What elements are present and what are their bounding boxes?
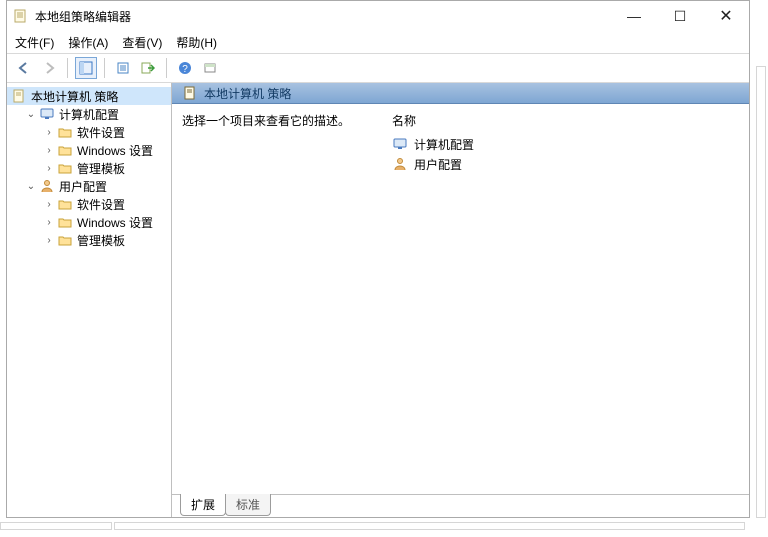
tree-root-label: 本地计算机 策略	[31, 88, 118, 105]
folder-icon	[57, 160, 73, 176]
tree-software-2[interactable]: › 软件设置	[7, 195, 171, 213]
titlebar: 本地组策略编辑器 — ☐ ✕	[7, 1, 749, 31]
forward-button[interactable]	[38, 57, 60, 79]
chevron-right-icon[interactable]: ›	[43, 162, 55, 174]
tree-label: 用户配置	[59, 178, 107, 195]
tree-label: 软件设置	[77, 196, 125, 213]
app-icon	[13, 8, 29, 24]
folder-icon	[57, 214, 73, 230]
tree-root[interactable]: 本地计算机 策略	[7, 87, 171, 105]
filter-button[interactable]	[199, 57, 221, 79]
tree-software-1[interactable]: › 软件设置	[7, 123, 171, 141]
tree-user-config[interactable]: ⌄ 用户配置	[7, 177, 171, 195]
computer-icon	[392, 136, 408, 152]
folder-icon	[57, 232, 73, 248]
tree-label: 管理模板	[77, 232, 125, 249]
minimize-button[interactable]: —	[611, 1, 657, 31]
computer-icon	[39, 106, 55, 122]
close-button[interactable]: ✕	[703, 1, 749, 31]
svg-text:?: ?	[182, 64, 188, 75]
tree-label: 管理模板	[77, 160, 125, 177]
menu-view[interactable]: 查看(V)	[122, 34, 162, 51]
chevron-right-icon[interactable]: ›	[43, 216, 55, 228]
view-tabs: 扩展 标准	[172, 494, 749, 517]
export-button[interactable]	[137, 57, 159, 79]
tree-label: 计算机配置	[59, 106, 119, 123]
show-tree-button[interactable]	[75, 57, 97, 79]
policy-icon	[182, 85, 198, 101]
tree-windows-2[interactable]: › Windows 设置	[7, 213, 171, 231]
tree-computer-config[interactable]: ⌄ 计算机配置	[7, 105, 171, 123]
folder-icon	[57, 124, 73, 140]
description-pane: 选择一个项目来查看它的描述。	[172, 112, 392, 494]
tree-label: 软件设置	[77, 124, 125, 141]
tree-admin-2[interactable]: › 管理模板	[7, 231, 171, 249]
list-item-computer[interactable]: 计算机配置	[392, 135, 749, 153]
tree-admin-1[interactable]: › 管理模板	[7, 159, 171, 177]
folder-icon	[57, 196, 73, 212]
tab-standard[interactable]: 标准	[225, 494, 271, 516]
tree-label: Windows 设置	[77, 142, 153, 159]
menu-action[interactable]: 操作(A)	[68, 34, 108, 51]
mmc-window: 本地组策略编辑器 — ☐ ✕ 文件(F) 操作(A) 查看(V) 帮助(H) ?	[6, 0, 750, 518]
back-button[interactable]	[13, 57, 35, 79]
column-header-name[interactable]: 名称	[392, 112, 749, 129]
list-item-user[interactable]: 用户配置	[392, 155, 749, 173]
description-text: 选择一个项目来查看它的描述。	[182, 112, 392, 129]
tree-label: Windows 设置	[77, 214, 153, 231]
chevron-right-icon[interactable]: ›	[43, 198, 55, 210]
content-header: 本地计算机 策略	[172, 83, 749, 104]
list-item-label: 用户配置	[414, 156, 462, 173]
maximize-button[interactable]: ☐	[657, 1, 703, 31]
content-header-text: 本地计算机 策略	[204, 85, 291, 102]
tree-pane[interactable]: 本地计算机 策略 ⌄ 计算机配置 › 软件设置 › Windows 设置	[7, 83, 172, 517]
chevron-right-icon[interactable]: ›	[43, 126, 55, 138]
help-button[interactable]: ?	[174, 57, 196, 79]
toolbar: ?	[7, 53, 749, 83]
chevron-down-icon[interactable]: ⌄	[25, 180, 37, 192]
menu-file[interactable]: 文件(F)	[15, 34, 54, 51]
user-icon	[39, 178, 55, 194]
tree-windows-1[interactable]: › Windows 设置	[7, 141, 171, 159]
list-item-label: 计算机配置	[414, 136, 474, 153]
policy-icon	[11, 88, 27, 104]
chevron-right-icon[interactable]: ›	[43, 234, 55, 246]
chevron-right-icon[interactable]: ›	[43, 144, 55, 156]
user-icon	[392, 156, 408, 172]
properties-button[interactable]	[112, 57, 134, 79]
list-pane[interactable]: 名称 计算机配置 用户配置	[392, 112, 749, 494]
window-title: 本地组策略编辑器	[35, 8, 611, 25]
chevron-down-icon[interactable]: ⌄	[25, 108, 37, 120]
content-pane: 本地计算机 策略 选择一个项目来查看它的描述。 名称 计算机配置	[172, 83, 749, 517]
menubar: 文件(F) 操作(A) 查看(V) 帮助(H)	[7, 31, 749, 53]
tab-extended[interactable]: 扩展	[180, 494, 226, 516]
menu-help[interactable]: 帮助(H)	[176, 34, 217, 51]
folder-icon	[57, 142, 73, 158]
